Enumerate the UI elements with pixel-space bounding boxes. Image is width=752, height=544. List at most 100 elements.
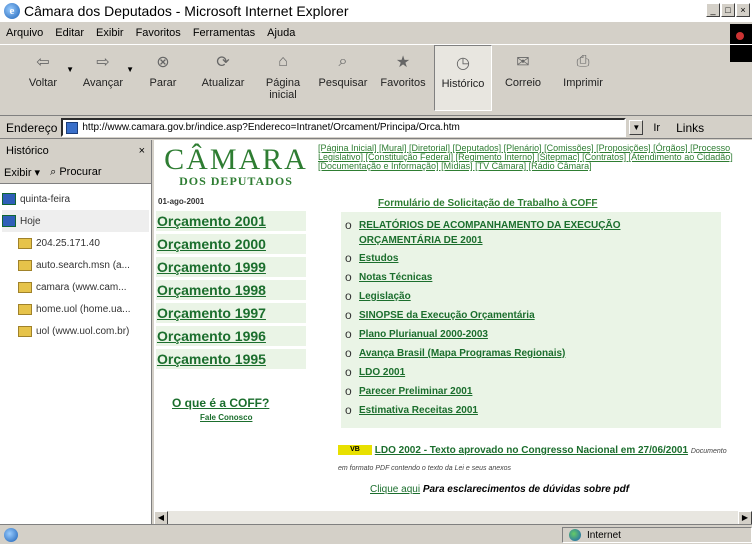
legislacao-link[interactable]: Legislação xyxy=(359,290,411,304)
mail-icon: ✉ xyxy=(516,54,530,71)
sinopse-link[interactable]: SINOPSE da Execução Orçamentária xyxy=(359,309,535,323)
form-request-link[interactable]: Formulário de Solicitação de Trabalho à … xyxy=(378,198,598,209)
forward-button[interactable]: ⇨ Avançar ▼ xyxy=(74,45,134,111)
relatorios-link[interactable]: RELATÓRIOS DE ACOMPANHAMENTO DA EXECUÇÃO xyxy=(359,219,621,233)
relatorios-link-cont[interactable]: ORÇAMENTÁRIA DE 2001 xyxy=(359,234,483,248)
orcamento-1996-link[interactable]: Orçamento 1996 xyxy=(156,326,306,346)
estimativa-link[interactable]: Estimativa Receitas 2001 xyxy=(359,404,478,418)
favorites-button[interactable]: ★ Favoritos xyxy=(374,45,432,111)
top-nav-links[interactable]: [Página Inicial] [Mural] [Diretorial] [D… xyxy=(318,144,752,171)
pdf-help-text: Para esclarecimentos de dúvidas sobre pd… xyxy=(422,484,630,495)
menu-ajuda[interactable]: Ajuda xyxy=(267,27,295,39)
page-status-icon xyxy=(4,527,18,542)
bullet: o xyxy=(345,403,352,417)
menu-exibir[interactable]: Exibir xyxy=(96,27,124,39)
horizontal-scrollbar[interactable]: ◀ ▶ xyxy=(154,510,752,525)
chevron-down-icon[interactable]: ▼ xyxy=(126,65,134,74)
home-button[interactable]: ⌂ Página inicial xyxy=(254,45,312,111)
new-badge: VB xyxy=(338,445,372,456)
home-icon: ⌂ xyxy=(278,53,288,70)
orcamento-2000-link[interactable]: Orçamento 2000 xyxy=(156,234,306,254)
history-day-quinta[interactable]: quinta-feira xyxy=(2,188,149,210)
search-icon: ⌕ xyxy=(338,53,348,70)
ldo-2002-block: VB LDO 2002 - Texto aprovado no Congress… xyxy=(338,443,730,477)
back-button[interactable]: ⇦ Voltar ▼ xyxy=(14,45,74,111)
maximize-button[interactable]: □ xyxy=(721,3,735,17)
folder-icon xyxy=(18,281,32,293)
bullet: o xyxy=(345,270,352,284)
menu-arquivo[interactable]: Arquivo xyxy=(6,27,43,39)
orcamento-1998-link[interactable]: Orçamento 1998 xyxy=(156,280,306,300)
orcamento-1999-link[interactable]: Orçamento 1999 xyxy=(156,257,306,277)
calendar-icon xyxy=(2,193,16,205)
bullet: o xyxy=(345,384,352,398)
folder-icon xyxy=(18,259,32,271)
history-pane: Histórico × Exibir ▾ ⌕ Procurar quinta-fei… xyxy=(0,140,152,524)
mail-button[interactable]: ✉ Correio xyxy=(494,45,552,111)
favorites-icon: ★ xyxy=(395,54,411,71)
bullet: o xyxy=(345,346,352,360)
history-site[interactable]: uol (www.uol.com.br) xyxy=(2,320,149,342)
scroll-left-icon[interactable]: ◀ xyxy=(154,511,168,525)
globe-icon xyxy=(569,529,581,541)
page-content: CÂMARA DOS DEPUTADOS [Página Inicial] [M… xyxy=(154,140,752,510)
menu-favoritos[interactable]: Favoritos xyxy=(136,27,181,39)
ldo-2001-link[interactable]: LDO 2001 xyxy=(359,366,405,380)
search-history-button[interactable]: ⌕ Procurar xyxy=(50,166,111,179)
ppa-link[interactable]: Plano Plurianual 2000-2003 xyxy=(359,328,488,342)
forward-arrow-icon: ⇨ xyxy=(96,54,110,71)
close-button[interactable]: × xyxy=(736,3,750,17)
folder-icon xyxy=(18,303,32,315)
ldo-2002-link[interactable]: LDO 2002 - Texto aprovado no Congresso N… xyxy=(375,445,688,456)
menu-ferramentas[interactable]: Ferramentas xyxy=(193,27,255,39)
window-title: Câmara dos Deputados - Microsoft Interne… xyxy=(24,3,349,19)
orcamento-2001-link[interactable]: Orçamento 2001 xyxy=(156,211,306,231)
history-button[interactable]: ◷ Histórico xyxy=(434,45,492,111)
refresh-icon: ⟳ xyxy=(216,54,230,71)
clique-aqui-link[interactable]: Clique aqui xyxy=(370,484,420,495)
avanca-brasil-link[interactable]: Avança Brasil (Mapa Programas Regionais) xyxy=(359,347,565,361)
orcamento-1997-link[interactable]: Orçamento 1997 xyxy=(156,303,306,323)
address-input[interactable]: http://www.camara.gov.br/indice.asp?Ende… xyxy=(61,118,627,137)
links-box: o RELATÓRIOS DE ACOMPANHAMENTO DA EXECUÇ… xyxy=(341,212,721,428)
parecer-link[interactable]: Parecer Preliminar 2001 xyxy=(359,385,472,399)
print-button[interactable]: ⎙ Imprimir xyxy=(554,45,612,111)
bullet: o xyxy=(345,308,352,322)
notas-tecnicas-link[interactable]: Notas Técnicas xyxy=(359,271,432,285)
folder-icon xyxy=(18,325,32,337)
history-day-hoje[interactable]: Hoje xyxy=(2,210,149,232)
go-button[interactable]: Ir xyxy=(653,122,660,134)
estudos-link[interactable]: Estudos xyxy=(359,252,398,266)
view-button[interactable]: Exibir ▾ xyxy=(4,166,40,179)
history-site[interactable]: home.uol (home.ua... xyxy=(2,298,149,320)
history-site[interactable]: auto.search.msn (a... xyxy=(2,254,149,276)
page-icon xyxy=(66,121,79,134)
history-site[interactable]: camara (www.cam... xyxy=(2,276,149,298)
security-zone: Internet xyxy=(562,527,752,543)
scroll-right-icon[interactable]: ▶ xyxy=(738,511,752,525)
bullet: o xyxy=(345,365,352,379)
refresh-button[interactable]: ⟳ Atualizar xyxy=(194,45,252,111)
stop-icon: ⊗ xyxy=(156,54,170,71)
stop-button[interactable]: ⊗ Parar xyxy=(134,45,192,111)
close-icon[interactable]: × xyxy=(139,145,145,157)
address-url: http://www.camara.gov.br/indice.asp?Ende… xyxy=(82,122,460,133)
calendar-icon xyxy=(2,215,16,227)
menu-editar[interactable]: Editar xyxy=(55,27,84,39)
history-site[interactable]: 204.25.171.40 xyxy=(2,232,149,254)
history-title: Histórico xyxy=(6,145,49,157)
address-dropdown-icon[interactable]: ▼ xyxy=(629,120,644,135)
links-button[interactable]: Links xyxy=(676,121,704,135)
page-date: 01-ago-2001 xyxy=(158,197,205,206)
title-bar: e Câmara dos Deputados - Microsoft Inter… xyxy=(0,0,752,22)
fale-conosco-link[interactable]: Fale Conosco xyxy=(200,413,252,422)
coff-link[interactable]: O que é a COFF? xyxy=(172,396,269,410)
orcamento-1995-link[interactable]: Orçamento 1995 xyxy=(156,349,306,369)
back-arrow-icon: ⇦ xyxy=(36,54,50,71)
minimize-button[interactable]: _ xyxy=(706,3,720,17)
camara-logo[interactable]: CÂMARA DOS DEPUTADOS xyxy=(160,145,312,190)
folder-icon xyxy=(18,237,32,249)
menu-bar: Arquivo Editar Exibir Favoritos Ferramen… xyxy=(0,24,752,42)
chevron-down-icon[interactable]: ▼ xyxy=(66,65,74,74)
search-button[interactable]: ⌕ Pesquisar xyxy=(314,45,372,111)
